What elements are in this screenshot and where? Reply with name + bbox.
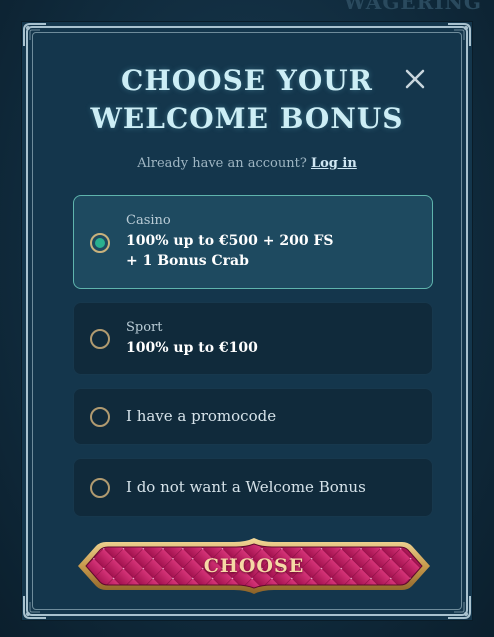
choose-button[interactable]: CHOOSE bbox=[74, 538, 434, 594]
login-prompt-text: Already have an account? bbox=[137, 156, 307, 171]
option-offer-extra: + 1 Bonus Crab bbox=[126, 253, 249, 269]
frame-corner-ornament bbox=[448, 23, 471, 46]
frame-corner-ornament bbox=[448, 596, 471, 619]
backdrop-heading: WAGERING bbox=[343, 0, 482, 14]
close-button[interactable] bbox=[402, 66, 428, 92]
option-label: I have a promocode bbox=[126, 407, 277, 425]
radio-button[interactable] bbox=[90, 329, 110, 349]
option-text: Sport 100% up to €100 bbox=[126, 320, 258, 358]
bonus-option-promocode[interactable]: I have a promocode bbox=[73, 388, 433, 445]
radio-button[interactable] bbox=[90, 233, 110, 253]
login-link[interactable]: Log in bbox=[311, 156, 357, 171]
title-line-2: WELCOME BONUS bbox=[90, 102, 404, 135]
radio-button[interactable] bbox=[90, 478, 110, 498]
bonus-option-casino[interactable]: Casino 100% up to €500 + 200 FS + 1 Bonu… bbox=[73, 195, 433, 289]
option-text: Casino 100% up to €500 + 200 FS + 1 Bonu… bbox=[126, 213, 334, 271]
radio-button[interactable] bbox=[90, 407, 110, 427]
close-icon bbox=[405, 69, 425, 89]
login-prompt: Already have an account? Log in bbox=[22, 156, 472, 171]
bonus-option-sport[interactable]: Sport 100% up to €100 bbox=[73, 302, 433, 375]
radio-selected-dot bbox=[95, 238, 105, 248]
frame-corner-ornament bbox=[23, 596, 46, 619]
option-category: Casino bbox=[126, 213, 171, 228]
option-text: I have a promocode bbox=[126, 406, 276, 425]
choose-button-label: CHOOSE bbox=[203, 555, 305, 577]
welcome-bonus-modal: CHOOSE YOUR WELCOME BONUS Already have a… bbox=[22, 22, 472, 620]
option-category: Sport bbox=[126, 320, 163, 335]
option-label: I do not want a Welcome Bonus bbox=[126, 478, 366, 496]
option-offer: 100% up to €100 bbox=[126, 340, 258, 356]
option-offer: 100% up to €500 + 200 FS bbox=[126, 233, 334, 249]
option-text: I do not want a Welcome Bonus bbox=[126, 477, 366, 496]
bonus-option-none[interactable]: I do not want a Welcome Bonus bbox=[73, 458, 433, 517]
frame-corner-ornament bbox=[23, 23, 46, 46]
